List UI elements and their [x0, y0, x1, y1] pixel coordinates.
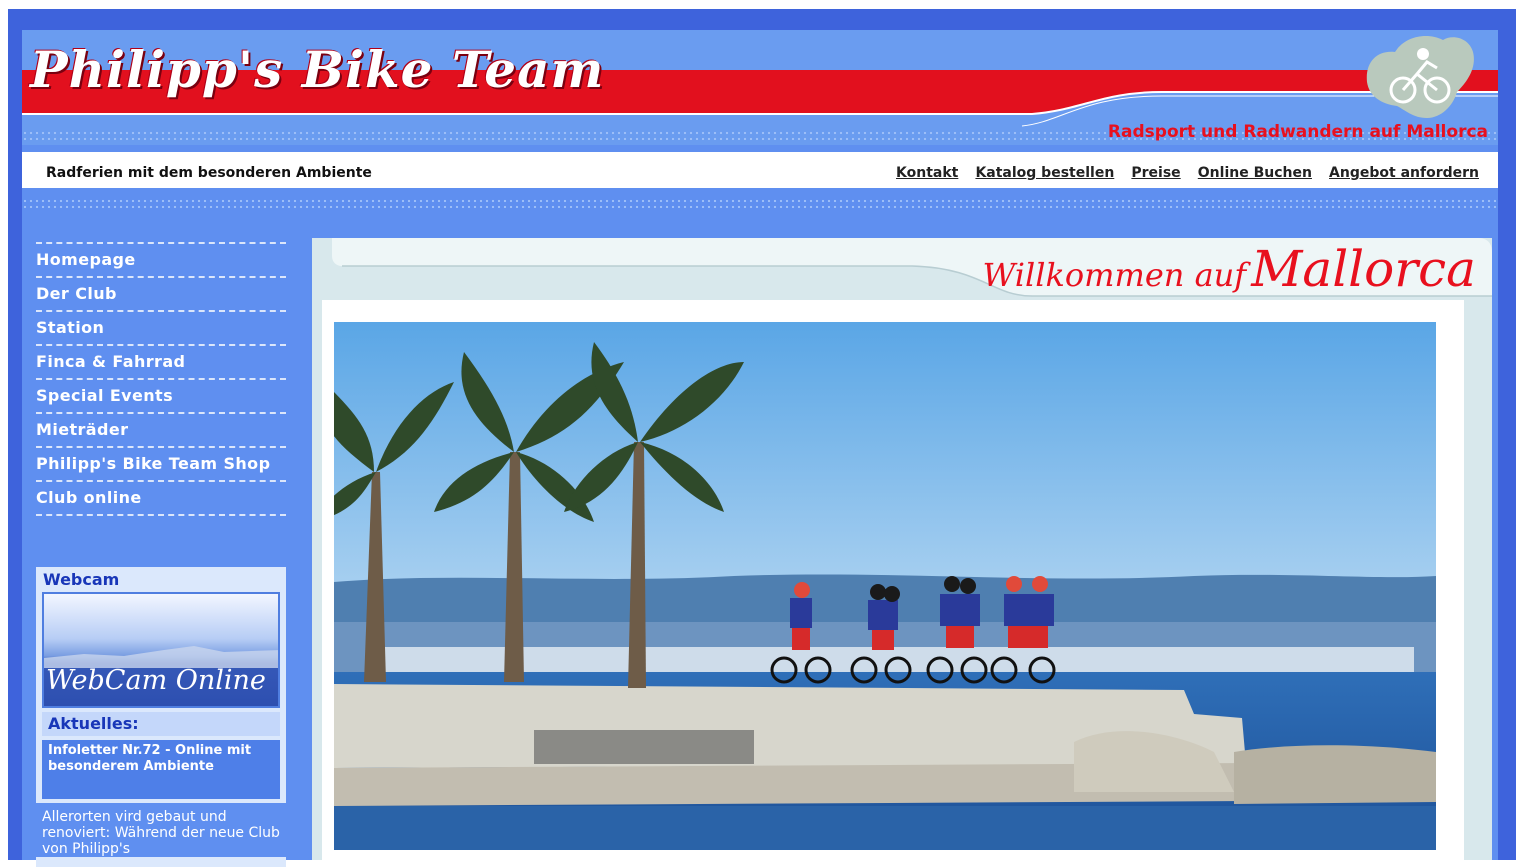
nav-link-online-buchen[interactable]: Online Buchen — [1198, 165, 1312, 181]
welcome-heading: Willkommen auf Mallorca — [982, 240, 1476, 298]
news-title: Aktuelles: — [42, 712, 280, 736]
site-logo[interactable]: Philipp's Bike Team — [30, 40, 604, 99]
welcome-text: Willkommen auf — [982, 256, 1247, 294]
nav-link-kontakt[interactable]: Kontakt — [896, 165, 958, 181]
site-container: Philipp's Bike Team Radsport und Radwand… — [22, 30, 1498, 867]
news-headline[interactable]: Infoletter Nr.72 - Online mit besonderem… — [42, 740, 280, 799]
subheader-bar: Radferien mit dem besonderen Ambiente Ko… — [22, 152, 1498, 188]
sidebar-item-club-online[interactable]: Club online — [36, 482, 286, 514]
sidebar-item-der-club[interactable]: Der Club — [36, 278, 286, 310]
nav-link-preise[interactable]: Preise — [1131, 165, 1180, 181]
news-body: Allerorten vird gebaut und renoviert: Wä… — [36, 803, 286, 857]
sidebar-item-station[interactable]: Station — [36, 312, 286, 344]
sidebar-item-finca-fahrrad[interactable]: Finca & Fahrrad — [36, 346, 286, 378]
nav-link-katalog-bestellen[interactable]: Katalog bestellen — [975, 165, 1114, 181]
nav-link-angebot-anfordern[interactable]: Angebot anfordern — [1329, 165, 1479, 181]
webcam-label: WebCam Online — [46, 665, 266, 696]
webcam-link[interactable]: WebCam Online — [42, 592, 280, 708]
sidebar-item-special-events[interactable]: Special Events — [36, 380, 286, 412]
sidebar-info-box: Webcam WebCam Online Aktuelles: Infolett… — [36, 567, 286, 867]
site-header: Philipp's Bike Team Radsport und Radwand… — [22, 30, 1498, 145]
header-tagline: Radsport und Radwandern auf Mallorca — [1107, 122, 1488, 142]
divider — [36, 514, 286, 516]
site-slogan: Radferien mit dem besonderen Ambiente — [46, 165, 372, 181]
subheader-dot-pattern — [22, 198, 1498, 208]
webcam-title: Webcam — [43, 570, 120, 589]
welcome-mallorca: Mallorca — [1251, 240, 1476, 298]
sidebar-nav: Homepage Der Club Station Finca & Fahrra… — [36, 242, 286, 516]
webcam-coast-image — [44, 646, 278, 668]
top-navigation: Kontakt Katalog bestellen Preise Online … — [884, 162, 1479, 181]
hero-photo-cyclists-coast — [334, 322, 1436, 850]
sidebar-item-mietraeder[interactable]: Mieträder — [36, 414, 286, 446]
hero-photo-frame — [322, 300, 1464, 860]
sidebar-item-homepage[interactable]: Homepage — [36, 244, 286, 276]
sidebar-item-shop[interactable]: Philipp's Bike Team Shop — [36, 448, 286, 480]
mallorca-cyclist-icon — [1366, 36, 1474, 118]
main-content: Willkommen auf Mallorca — [312, 238, 1492, 860]
